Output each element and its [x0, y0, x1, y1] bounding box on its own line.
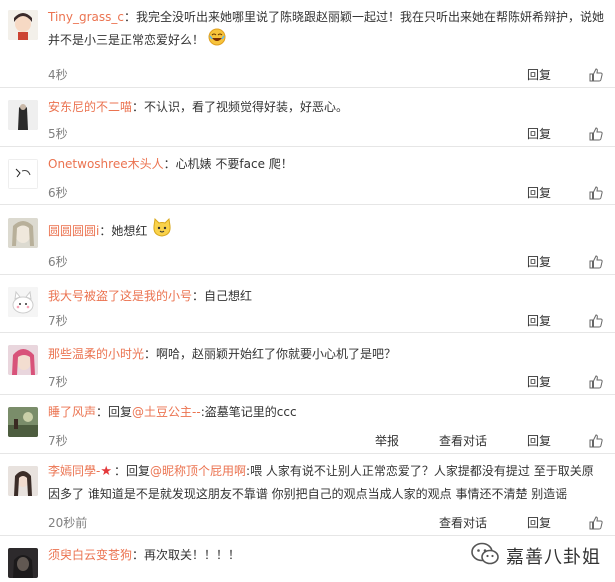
comment-text: ：啊哈，赵丽颖开始红了你就要小心机了是吧？ — [144, 347, 397, 361]
comment-username[interactable]: 那些温柔的小时光 — [48, 347, 144, 361]
comment-item: 安东尼的不二喵：不认识，看了视频觉得好装，好恶心。 5秒 回复 — [0, 88, 615, 147]
comment-username[interactable]: 圆圆圆圆i — [48, 224, 99, 238]
avatar[interactable] — [8, 287, 38, 317]
comment-text-prefix: ：回复 — [96, 405, 133, 419]
avatar[interactable] — [8, 100, 38, 130]
watermark: 嘉善八卦姐 — [466, 539, 605, 572]
comment-time: 6秒 — [48, 255, 68, 269]
comment-text-prefix: ：回复 — [114, 464, 151, 478]
star-icon: ★ — [100, 464, 112, 479]
comment-item: 我大号被盗了这是我的小号：自己想红 7秒 回复 — [0, 275, 615, 333]
reply-button[interactable]: 回复 — [527, 514, 551, 531]
reply-button[interactable]: 回复 — [527, 184, 551, 201]
comment-username[interactable]: Onetwoshree木头人 — [48, 157, 164, 171]
comment-username[interactable]: 睡了风声 — [48, 405, 96, 419]
avatar[interactable] — [8, 345, 38, 375]
thumbs-up-icon[interactable] — [589, 515, 603, 530]
comment-item: 睡了风声：回复@土豆公主--:盗墓笔记里的ccc 7秒 举报 查看对话 回复 — [0, 395, 615, 454]
comment-username[interactable]: 我大号被盗了这是我的小号 — [48, 289, 192, 303]
comment-username[interactable]: 安东尼的不二喵 — [48, 100, 132, 114]
comment-text: ：自己想红 — [192, 289, 253, 303]
reply-button[interactable]: 回复 — [527, 373, 551, 390]
reply-button[interactable]: 回复 — [527, 66, 551, 83]
avatar[interactable] — [8, 218, 38, 248]
wechat-icon — [470, 541, 500, 570]
thumbs-up-icon[interactable] — [589, 374, 603, 389]
comment-username[interactable]: Tiny_grass_c — [48, 10, 124, 24]
thumbs-up-icon[interactable] — [589, 126, 603, 141]
laughing-emoji-icon — [208, 28, 226, 53]
mention-link[interactable]: @土豆公主-- — [132, 405, 201, 419]
avatar[interactable] — [8, 159, 38, 189]
comment-time: 7秒 — [48, 375, 68, 389]
watermark-text: 嘉善八卦姐 — [506, 546, 601, 568]
comment-item: Tiny_grass_c：我完全没听出来她哪里说了陈晓跟赵丽颖一起过！我在只听出… — [0, 0, 615, 88]
view-conversation-button[interactable]: 查看对话 — [439, 514, 487, 531]
comment-item: 李嫣同學-★ ：回复@昵称顶个屁用啊:喂 人家有说不让别人正常恋爱了？人家提都没有… — [0, 454, 615, 536]
reply-button[interactable]: 回复 — [527, 253, 551, 270]
comment-text: ：再次取关！！！！ — [132, 548, 241, 562]
comment-time: 4秒 — [48, 68, 68, 82]
comment-text: ：她想红 — [99, 224, 148, 238]
avatar[interactable] — [8, 466, 38, 496]
mention-link[interactable]: @昵称顶个屁用啊 — [150, 464, 246, 478]
report-button[interactable]: 举报 — [375, 432, 399, 449]
thumbs-up-icon[interactable] — [589, 185, 603, 200]
comment-time: 6秒 — [48, 186, 68, 200]
reply-button[interactable]: 回复 — [527, 432, 551, 449]
comment-text: :盗墓笔记里的ccc — [200, 405, 297, 419]
comment-time: 5秒 — [48, 127, 68, 141]
comment-text: ：心机婊 不要face 爬！ — [163, 157, 293, 171]
avatar[interactable] — [8, 10, 38, 40]
reply-button[interactable]: 回复 — [527, 125, 551, 142]
comment-time: 20秒前 — [48, 516, 88, 530]
view-conversation-button[interactable]: 查看对话 — [439, 432, 487, 449]
comment-item: 圆圆圆圆i：她想红 6秒 回复 — [0, 205, 615, 275]
thumbs-up-icon[interactable] — [589, 254, 603, 269]
thumbs-up-icon[interactable] — [589, 433, 603, 448]
comment-username[interactable]: 李嫣同學- — [48, 464, 100, 478]
avatar[interactable] — [8, 548, 38, 578]
thumbs-up-icon[interactable] — [589, 313, 603, 328]
cat-emoji-icon — [151, 217, 173, 246]
comment-list: Tiny_grass_c：我完全没听出来她哪里说了陈晓跟赵丽颖一起过！我在只听出… — [0, 0, 615, 582]
avatar[interactable] — [8, 407, 38, 437]
comment-item: 那些温柔的小时光：啊哈，赵丽颖开始红了你就要小心机了是吧？ 7秒 回复 — [0, 333, 615, 395]
comment-time: 7秒 — [48, 434, 68, 448]
comment-text: ：我完全没听出来她哪里说了陈晓跟赵丽颖一起过！我在只听出来她在帮陈妍希辩护，说她… — [48, 10, 605, 47]
comment-username[interactable]: 须臾白云变苍狗 — [48, 548, 132, 562]
thumbs-up-icon[interactable] — [589, 67, 603, 82]
comment-text: ：不认识，看了视频觉得好装，好恶心。 — [132, 100, 349, 114]
comment-item: Onetwoshree木头人：心机婊 不要face 爬！ 6秒 回复 — [0, 147, 615, 205]
reply-button[interactable]: 回复 — [527, 312, 551, 329]
comment-time: 7秒 — [48, 314, 68, 328]
